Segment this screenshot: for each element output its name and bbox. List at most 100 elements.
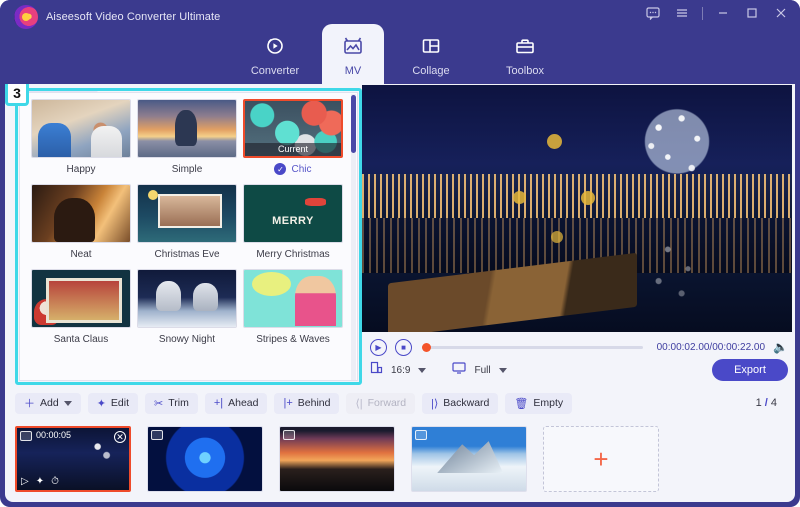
forward-button[interactable]: ⟨| Forward — [346, 392, 416, 414]
theme-thumbnail — [137, 184, 237, 243]
aspect-chevron-down-icon[interactable] — [418, 367, 427, 373]
clip-duration: 00:00:05 — [36, 430, 72, 440]
play-icon[interactable]: ▶ — [370, 338, 387, 356]
menu-icon[interactable] — [673, 4, 691, 22]
theme-item-simple[interactable]: Simple — [134, 99, 240, 180]
window-controls — [644, 4, 790, 22]
theme-item-happy[interactable]: Happy — [28, 99, 134, 180]
nav-tab-collage[interactable]: Collage — [384, 24, 478, 86]
backward-button[interactable]: |⟩ Backward — [422, 392, 499, 414]
theme-item-merry-christmas[interactable]: Merry Christmas — [240, 184, 346, 265]
screen-mode-value[interactable]: Full — [474, 365, 490, 376]
theme-grid: Happy Simple Current ✓ Chic Neat Christm… — [28, 99, 346, 354]
trim-button[interactable]: ✂ Trim — [145, 392, 198, 414]
clip-tools: ▷ ✦ ⏱ — [21, 476, 59, 487]
volume-icon[interactable]: 🔈 — [773, 341, 788, 353]
theme-item-chic[interactable]: Current ✓ Chic — [240, 99, 346, 180]
close-icon[interactable] — [772, 4, 790, 22]
theme-item-snowy-night[interactable]: Snowy Night — [134, 269, 240, 350]
media-type-icon — [20, 431, 32, 441]
nav-tab-toolbox[interactable]: Toolbox — [478, 24, 572, 86]
theme-item-neat[interactable]: Neat — [28, 184, 134, 265]
player-options-row: 16:9 Full Export — [370, 358, 788, 382]
behind-button[interactable]: |+ Behind — [274, 392, 340, 414]
video-preview[interactable] — [362, 85, 792, 332]
stop-icon[interactable]: ■ — [395, 338, 412, 356]
ahead-icon: +| — [213, 397, 224, 409]
media-type-icon — [283, 430, 295, 440]
playback-progress-track[interactable] — [422, 342, 643, 352]
theme-label: Neat — [70, 248, 92, 260]
theme-thumbnail — [243, 184, 343, 243]
converter-icon — [262, 34, 288, 58]
theme-label: Chic — [291, 163, 312, 175]
nav-tab-mv[interactable]: MV — [322, 24, 384, 86]
clip-effects-icon[interactable]: ✦ — [36, 476, 44, 487]
player-transport-row: ▶ ■ 00:00:02.00/00:00:22.00 🔈 — [370, 336, 788, 358]
theme-thumbnail — [243, 269, 343, 328]
export-button[interactable]: Export — [712, 359, 788, 381]
screen-chevron-down-icon[interactable] — [498, 367, 507, 373]
aspect-ratio-value[interactable]: 16:9 — [391, 365, 410, 376]
empty-button[interactable]: 🗑 Empty — [505, 392, 573, 414]
nav-tab-mv-label: MV — [344, 64, 362, 77]
nav-tab-collage-label: Collage — [412, 64, 450, 77]
ahead-button[interactable]: +| Ahead — [204, 392, 268, 414]
theme-thumbnail — [137, 269, 237, 328]
theme-label: Santa Claus — [53, 333, 109, 345]
edit-button-label: Edit — [110, 397, 129, 409]
media-type-icon — [151, 430, 163, 440]
playback-time: 00:00:02.00/00:00:22.00 — [656, 341, 766, 353]
theme-thumbnail: Current — [243, 99, 343, 158]
trim-button-label: Trim — [168, 397, 189, 409]
page-current: 1 — [755, 397, 762, 409]
add-button[interactable]: ＋ Add — [15, 392, 81, 414]
main-navigation: Converter MV Collage Toolbox — [0, 22, 800, 86]
backward-button-label: Backward — [443, 397, 490, 409]
theme-thumbnail — [31, 99, 131, 158]
clip-item[interactable]: 00:00:05 ✕ ▷ ✦ ⏱ — [15, 426, 131, 492]
add-button-label: Add — [40, 397, 59, 409]
edit-icon: ✦ — [96, 397, 106, 410]
scissors-icon: ✂ — [154, 397, 164, 410]
media-type-icon — [415, 430, 427, 440]
mv-icon — [340, 34, 366, 58]
nav-tab-converter[interactable]: Converter — [228, 24, 322, 86]
theme-label: Merry Christmas — [256, 248, 330, 260]
add-chevron-down-icon[interactable] — [63, 400, 72, 406]
clip-item[interactable] — [147, 426, 263, 492]
remove-clip-icon[interactable]: ✕ — [114, 431, 126, 443]
toolbox-icon — [512, 34, 538, 58]
bokeh-dot — [512, 191, 526, 205]
clip-play-icon[interactable]: ▷ — [21, 476, 29, 487]
theme-list-panel[interactable]: Happy Simple Current ✓ Chic Neat Christm… — [19, 92, 358, 381]
theme-item-santa-claus[interactable]: Santa Claus — [28, 269, 134, 350]
aspect-ratio-icon — [370, 361, 383, 379]
plus-icon: ＋ — [24, 398, 35, 410]
maximize-icon[interactable] — [743, 4, 761, 22]
feedback-icon[interactable] — [644, 4, 662, 22]
selected-check-icon: ✓ — [274, 163, 287, 175]
bokeh-dot — [551, 230, 564, 243]
add-media-icon: + — [593, 443, 609, 474]
clip-filmstrip: 00:00:05 ✕ ▷ ✦ ⏱ + — [15, 420, 785, 498]
edit-button[interactable]: ✦ Edit — [87, 392, 138, 414]
theme-thumbnail — [137, 99, 237, 158]
playhead-handle[interactable] — [422, 342, 431, 352]
clip-item[interactable] — [279, 426, 395, 492]
theme-item-stripes-waves[interactable]: Stripes & Waves — [240, 269, 346, 350]
clip-item[interactable] — [411, 426, 527, 492]
preview-dome — [631, 99, 724, 192]
monitor-icon — [452, 361, 467, 379]
add-media-button[interactable]: + — [543, 426, 659, 492]
control-divider — [702, 6, 703, 20]
minimize-icon[interactable] — [714, 4, 732, 22]
theme-item-christmas-eve[interactable]: Christmas Eve — [134, 184, 240, 265]
theme-scrollbar-thumb[interactable] — [351, 95, 356, 153]
title-bar: Aiseesoft Video Converter Ultimate Conve… — [0, 0, 800, 86]
theme-panel-region: Theme Setting Export Happy — [5, 84, 362, 388]
current-theme-badge: Current — [245, 143, 341, 156]
tutorial-step-badge: 3 — [5, 84, 29, 106]
clip-duration-icon[interactable]: ⏱ — [51, 476, 59, 487]
player-controls: ▶ ■ 00:00:02.00/00:00:22.00 🔈 16:9 Full … — [362, 332, 792, 382]
